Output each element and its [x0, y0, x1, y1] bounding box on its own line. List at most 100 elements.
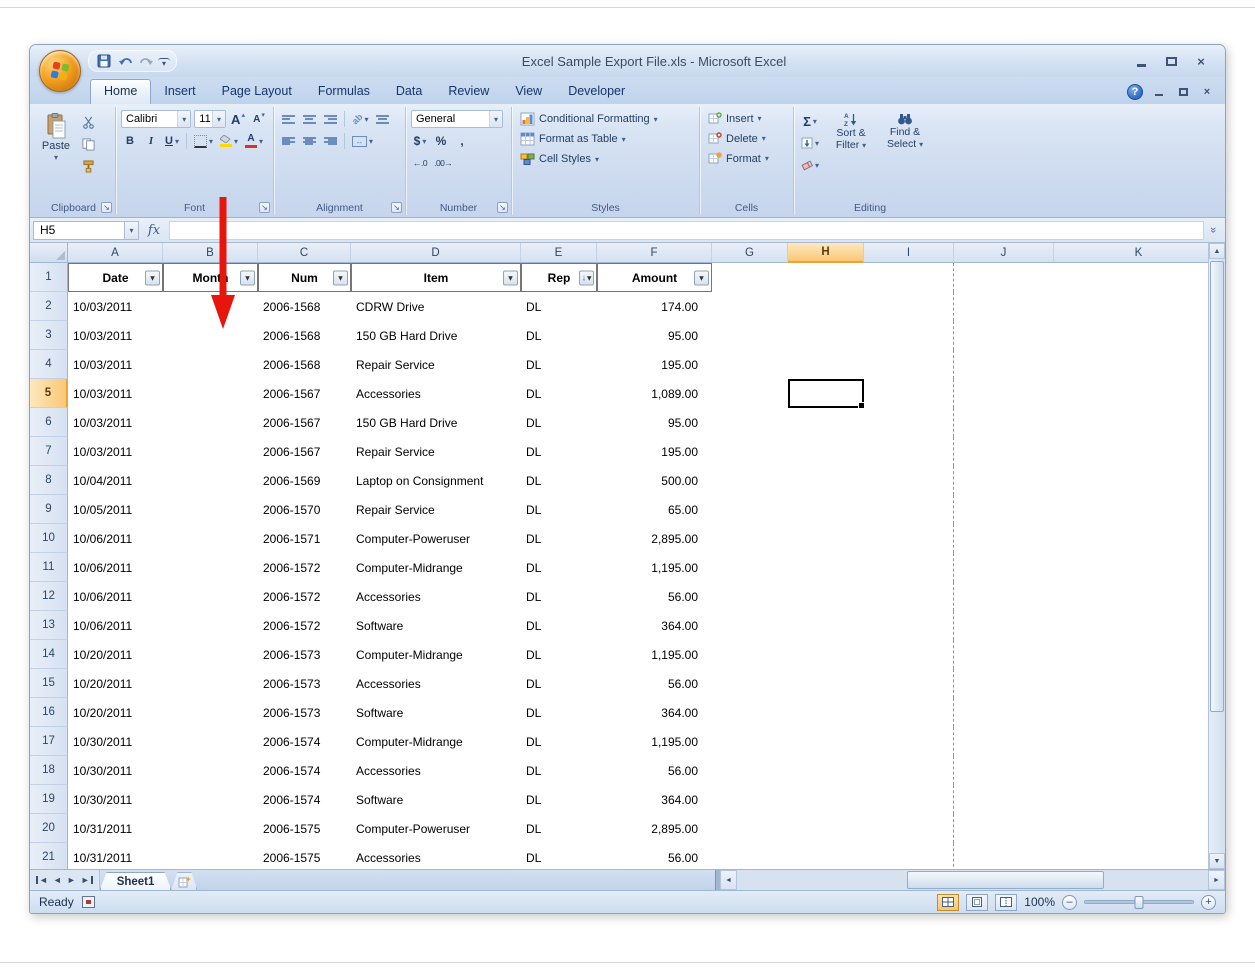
- cell-G12[interactable]: [712, 582, 788, 611]
- cell-E4[interactable]: DL: [521, 350, 597, 379]
- cell-J13[interactable]: [954, 611, 1054, 640]
- cell-I14[interactable]: [864, 640, 954, 669]
- office-button[interactable]: [39, 50, 81, 92]
- grow-font-button[interactable]: A▴: [229, 110, 247, 128]
- cell-J16[interactable]: [954, 698, 1054, 727]
- ribbon-tab-page-layout[interactable]: Page Layout: [209, 80, 305, 104]
- cell-D17[interactable]: Computer-Midrange: [351, 727, 521, 756]
- row-header-1[interactable]: 1: [30, 263, 68, 292]
- select-all-corner[interactable]: [30, 243, 68, 263]
- cut-button[interactable]: [79, 113, 97, 131]
- row-header-13[interactable]: 13: [30, 611, 68, 640]
- increase-decimal-button[interactable]: ←.0: [411, 154, 429, 172]
- cell-B1[interactable]: Month▾: [163, 263, 258, 292]
- cell-K11[interactable]: [1054, 553, 1208, 582]
- align-center-button[interactable]: [300, 132, 318, 150]
- column-header-D[interactable]: D: [351, 243, 521, 263]
- cell-G2[interactable]: [712, 292, 788, 321]
- ribbon-tab-review[interactable]: Review: [435, 80, 502, 104]
- cell-E6[interactable]: DL: [521, 408, 597, 437]
- number-format-combo[interactable]: General ▾: [411, 110, 503, 128]
- cell-D13[interactable]: Software: [351, 611, 521, 640]
- cell-G18[interactable]: [712, 756, 788, 785]
- cell-G1[interactable]: [712, 263, 788, 292]
- cell-C13[interactable]: 2006-1572: [258, 611, 351, 640]
- page-layout-view-button[interactable]: [966, 894, 988, 911]
- cell-C11[interactable]: 2006-1572: [258, 553, 351, 582]
- ribbon-tab-home[interactable]: Home: [90, 79, 151, 105]
- column-header-E[interactable]: E: [521, 243, 597, 263]
- cell-C10[interactable]: 2006-1571: [258, 524, 351, 553]
- cell-K1[interactable]: [1054, 263, 1208, 292]
- cell-B6[interactable]: [163, 408, 258, 437]
- cell-G7[interactable]: [712, 437, 788, 466]
- ribbon-tab-data[interactable]: Data: [383, 80, 435, 104]
- sheet-tab-sheet1[interactable]: Sheet1: [100, 872, 172, 890]
- cell-B4[interactable]: [163, 350, 258, 379]
- conditional-formatting-button[interactable]: Conditional Formatting ▾: [517, 110, 694, 128]
- cell-G19[interactable]: [712, 785, 788, 814]
- cell-I20[interactable]: [864, 814, 954, 843]
- cell-E15[interactable]: DL: [521, 669, 597, 698]
- cell-H9[interactable]: [788, 495, 864, 524]
- cell-A12[interactable]: 10/06/2011: [68, 582, 163, 611]
- cell-E14[interactable]: DL: [521, 640, 597, 669]
- insert-cells-button[interactable]: Insert ▾: [705, 110, 788, 127]
- paste-button[interactable]: Paste ▾: [37, 110, 75, 175]
- cell-J8[interactable]: [954, 466, 1054, 495]
- cell-I21[interactable]: [864, 843, 954, 869]
- row-header-12[interactable]: 12: [30, 582, 68, 611]
- cell-K2[interactable]: [1054, 292, 1208, 321]
- cell-H6[interactable]: [788, 408, 864, 437]
- cell-K12[interactable]: [1054, 582, 1208, 611]
- horizontal-scroll-track[interactable]: [737, 870, 1208, 890]
- font-name-combo[interactable]: Calibri ▾: [121, 110, 191, 128]
- comma-style-button[interactable]: ,: [453, 132, 471, 150]
- cell-J6[interactable]: [954, 408, 1054, 437]
- ribbon-tab-insert[interactable]: Insert: [151, 80, 208, 104]
- cell-B18[interactable]: [163, 756, 258, 785]
- filter-button-rep[interactable]: ↓▾: [579, 270, 594, 285]
- cell-J3[interactable]: [954, 321, 1054, 350]
- cell-C16[interactable]: 2006-1573: [258, 698, 351, 727]
- cell-I4[interactable]: [864, 350, 954, 379]
- maximize-button[interactable]: [1161, 53, 1181, 69]
- cell-E7[interactable]: DL: [521, 437, 597, 466]
- cell-F6[interactable]: 95.00: [597, 408, 712, 437]
- cell-K10[interactable]: [1054, 524, 1208, 553]
- cell-D11[interactable]: Computer-Midrange: [351, 553, 521, 582]
- row-header-4[interactable]: 4: [30, 350, 68, 379]
- format-as-table-button[interactable]: Format as Table ▾: [517, 130, 694, 148]
- number-dialog-launcher[interactable]: ↘: [497, 202, 508, 213]
- cell-F1[interactable]: Amount▾: [597, 263, 712, 292]
- cell-B9[interactable]: [163, 495, 258, 524]
- cell-A9[interactable]: 10/05/2011: [68, 495, 163, 524]
- cell-F18[interactable]: 56.00: [597, 756, 712, 785]
- filter-button-amount[interactable]: ▾: [694, 270, 709, 285]
- cell-I11[interactable]: [864, 553, 954, 582]
- cell-A6[interactable]: 10/03/2011: [68, 408, 163, 437]
- cell-A8[interactable]: 10/04/2011: [68, 466, 163, 495]
- cell-H19[interactable]: [788, 785, 864, 814]
- cell-J17[interactable]: [954, 727, 1054, 756]
- expand-formula-bar-button[interactable]: »: [1204, 224, 1222, 236]
- scroll-left-button[interactable]: ◄: [720, 870, 737, 890]
- column-header-H[interactable]: H: [788, 243, 864, 263]
- row-header-8[interactable]: 8: [30, 466, 68, 495]
- cell-F10[interactable]: 2,895.00: [597, 524, 712, 553]
- cell-K6[interactable]: [1054, 408, 1208, 437]
- cell-G17[interactable]: [712, 727, 788, 756]
- cell-J18[interactable]: [954, 756, 1054, 785]
- cell-D2[interactable]: CDRW Drive: [351, 292, 521, 321]
- scroll-down-button[interactable]: ▼: [1209, 853, 1225, 869]
- last-sheet-button[interactable]: ►: [81, 875, 93, 885]
- cell-A2[interactable]: 10/03/2011: [68, 292, 163, 321]
- orientation-button[interactable]: ab▾: [350, 110, 371, 128]
- cell-E5[interactable]: DL: [521, 379, 597, 408]
- cell-E2[interactable]: DL: [521, 292, 597, 321]
- row-header-6[interactable]: 6: [30, 408, 68, 437]
- wrap-text-button[interactable]: [374, 110, 392, 128]
- align-top-button[interactable]: [279, 110, 297, 128]
- shrink-font-button[interactable]: A▾: [250, 110, 268, 128]
- cell-B10[interactable]: [163, 524, 258, 553]
